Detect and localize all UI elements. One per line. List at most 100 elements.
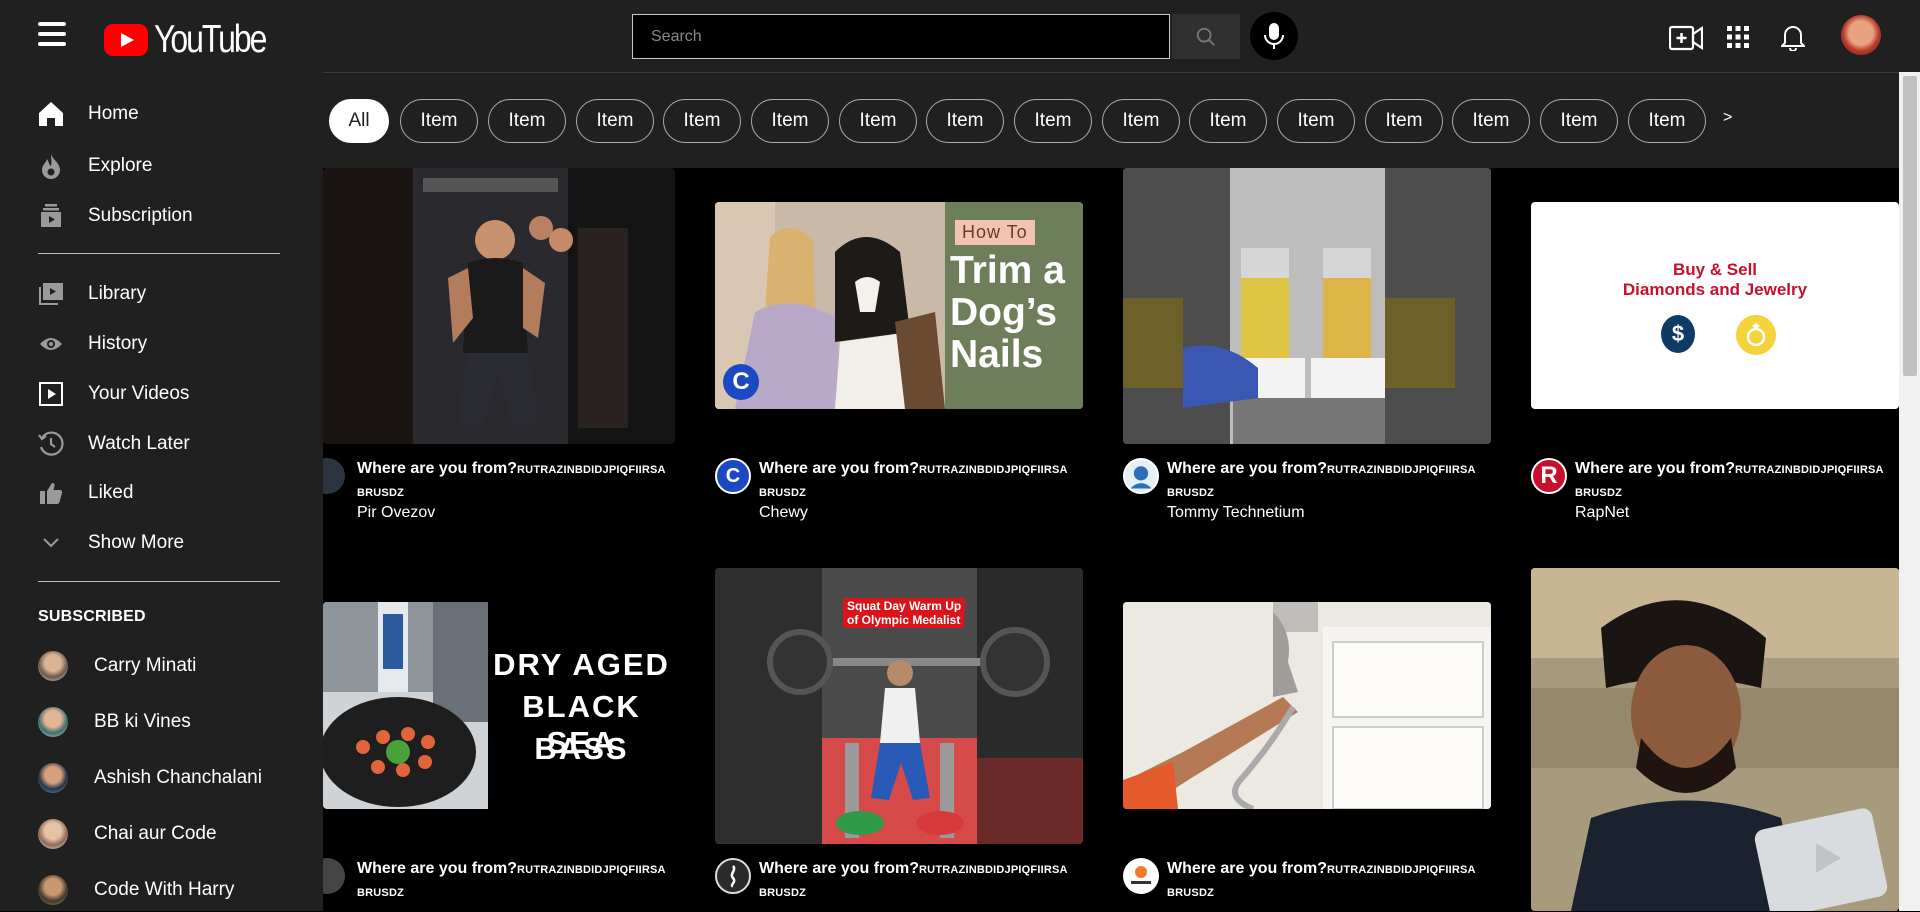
- video-title-suffix: RUTRAZINBDIDJPIQFIIRSA: [517, 864, 666, 876]
- sidebar-item-watch-later[interactable]: Watch Later: [0, 422, 323, 466]
- sidebar-item-label: History: [88, 333, 148, 354]
- video-thumbnail[interactable]: [1531, 568, 1899, 911]
- chip-item[interactable]: Item: [663, 99, 741, 143]
- video-title-line2: BRUSDZ: [1167, 487, 1215, 499]
- avatar: [38, 875, 68, 905]
- video-title[interactable]: Where are you from?RUTRAZINBDIDJPIQFIIRS…: [759, 858, 1099, 904]
- sidebar-item-subscription-channel[interactable]: Carry Minati: [0, 644, 323, 688]
- chip-all[interactable]: All: [329, 99, 389, 143]
- history-icon: [38, 331, 64, 357]
- sidebar-item-show-more[interactable]: Show More: [0, 521, 323, 565]
- menu-icon[interactable]: [38, 22, 66, 48]
- sidebar-item-subscription[interactable]: Subscription: [0, 194, 323, 238]
- channel-name[interactable]: Chewy: [759, 504, 808, 522]
- chip-item[interactable]: Item: [1277, 99, 1355, 143]
- video-thumbnail[interactable]: DRY AGED BLACK SEA BASS: [323, 602, 675, 809]
- video-title[interactable]: Where are you from?RUTRAZINBDIDJPIQFIIRS…: [1575, 458, 1900, 504]
- chip-item[interactable]: Item: [1540, 99, 1618, 143]
- channel-avatar[interactable]: [1123, 458, 1159, 494]
- search-input[interactable]: [632, 14, 1170, 59]
- video-title[interactable]: Where are you from?RUTRAZINBDIDJPIQFIIRS…: [1167, 458, 1507, 504]
- sidebar-item-home[interactable]: Home: [0, 92, 323, 136]
- sidebar-item-subscription-channel[interactable]: BB ki Vines: [0, 700, 323, 744]
- chip-item[interactable]: Item: [1189, 99, 1267, 143]
- voice-search-button[interactable]: [1250, 12, 1298, 60]
- ring-icon: [1736, 315, 1776, 355]
- chip-item[interactable]: Item: [1014, 99, 1092, 143]
- chip-item[interactable]: Item: [751, 99, 829, 143]
- channel-avatar[interactable]: [323, 458, 345, 494]
- chip-item[interactable]: Item: [1452, 99, 1530, 143]
- channel-name[interactable]: RapNet: [1575, 504, 1629, 522]
- chip-item[interactable]: Item: [839, 99, 917, 143]
- apps-button[interactable]: [1721, 20, 1755, 54]
- bell-icon: [1781, 26, 1805, 51]
- video-title[interactable]: Where are you from?RUTRAZINBDIDJPIQFIIRS…: [1167, 858, 1507, 904]
- video-thumbnail[interactable]: Buy & Sell Diamonds and Jewelry $: [1531, 202, 1899, 409]
- sidebar-item-subscription-channel[interactable]: Ashish Chanchalani: [0, 756, 323, 800]
- chip-item[interactable]: Item: [1365, 99, 1443, 143]
- chip-item[interactable]: Item: [1102, 99, 1180, 143]
- channel-name: BB ki Vines: [94, 711, 191, 732]
- video-title-line2: BRUSDZ: [759, 887, 807, 899]
- channel-name[interactable]: Tommy Technetium: [1167, 504, 1305, 522]
- channel-name[interactable]: Pir Ovezov: [357, 504, 435, 522]
- chip-item[interactable]: Item: [926, 99, 1004, 143]
- like-icon: [38, 480, 64, 506]
- channel-avatar[interactable]: [323, 858, 345, 894]
- sidebar-item-liked[interactable]: Liked: [0, 471, 323, 515]
- video-title[interactable]: Where are you from?RUTRAZINBDIDJPIQFIIRS…: [357, 858, 697, 904]
- youtube-logo[interactable]: YouTube: [104, 18, 290, 62]
- sidebar-item-label: Explore: [88, 155, 153, 176]
- microphone-icon: [1264, 23, 1284, 49]
- sidebar-divider: [38, 581, 280, 582]
- sidebar: Home Explore Subscription Library Histor…: [0, 72, 323, 911]
- video-thumbnail[interactable]: [1123, 602, 1491, 809]
- video-thumbnail[interactable]: [323, 168, 675, 444]
- thumb-line3: BASS: [534, 731, 629, 766]
- channel-avatar[interactable]: C: [715, 458, 751, 494]
- thumb-line2: Diamonds and Jewelry: [1622, 280, 1808, 299]
- thumb-line1: DRY AGED: [493, 647, 670, 682]
- chevron-down-icon: [38, 530, 64, 556]
- home-icon: [38, 101, 64, 127]
- thumb-line2: of Olympic Medalist: [843, 612, 965, 628]
- video-thumbnail[interactable]: Squat Day Warm Up of Olympic Medalist: [715, 568, 1083, 844]
- video-title-text: Where are you from?: [357, 460, 518, 477]
- video-title-suffix: RUTRAZINBDIDJPIQFIIRSA: [1327, 464, 1476, 476]
- channel-avatar[interactable]: [715, 858, 751, 894]
- video-title-line2: BRUSDZ: [357, 487, 405, 499]
- sidebar-item-your-videos[interactable]: Your Videos: [0, 372, 323, 416]
- channel-avatar[interactable]: R: [1531, 458, 1567, 494]
- chip-item[interactable]: Item: [488, 99, 566, 143]
- search-button[interactable]: [1172, 14, 1240, 59]
- chip-item[interactable]: Item: [576, 99, 654, 143]
- avatar: [38, 819, 68, 849]
- video-title[interactable]: Where are you from?RUTRAZINBDIDJPIQFIIRS…: [357, 458, 697, 504]
- sidebar-divider: [38, 253, 280, 254]
- video-title-text: Where are you from?: [1167, 860, 1328, 877]
- scrollbar-thumb[interactable]: [1903, 76, 1917, 376]
- notifications-button[interactable]: [1776, 20, 1810, 54]
- video-thumbnail[interactable]: [1123, 168, 1491, 444]
- sidebar-item-library[interactable]: Library: [0, 272, 323, 316]
- sidebar-item-subscription-channel[interactable]: Code With Harry: [0, 868, 323, 912]
- video-title[interactable]: Where are you from?RUTRAZINBDIDJPIQFIIRS…: [759, 458, 1099, 504]
- sidebar-item-subscription-channel[interactable]: Chai aur Code: [0, 812, 323, 856]
- sidebar-item-explore[interactable]: Explore: [0, 144, 323, 188]
- video-title-line2: BRUSDZ: [357, 887, 405, 899]
- chip-item[interactable]: Item: [400, 99, 478, 143]
- video-thumbnail[interactable]: How To Trim a Dog’s Nails C: [715, 202, 1083, 409]
- sidebar-item-history[interactable]: History: [0, 322, 323, 366]
- channel-name: Chai aur Code: [94, 823, 217, 844]
- chips-next-button[interactable]: >: [1723, 109, 1732, 127]
- thumb-line1: Buy & Sell: [1672, 260, 1758, 279]
- chip-item[interactable]: Item: [1628, 99, 1706, 143]
- channel-avatar[interactable]: [1123, 858, 1159, 894]
- video-title-text: Where are you from?: [759, 460, 920, 477]
- video-title-text: Where are you from?: [357, 860, 518, 877]
- library-icon: [38, 281, 64, 307]
- user-avatar[interactable]: [1841, 15, 1881, 55]
- video-grid: Where are you from?RUTRAZINBDIDJPIQFIIRS…: [323, 168, 1900, 911]
- create-video-button[interactable]: [1669, 20, 1703, 54]
